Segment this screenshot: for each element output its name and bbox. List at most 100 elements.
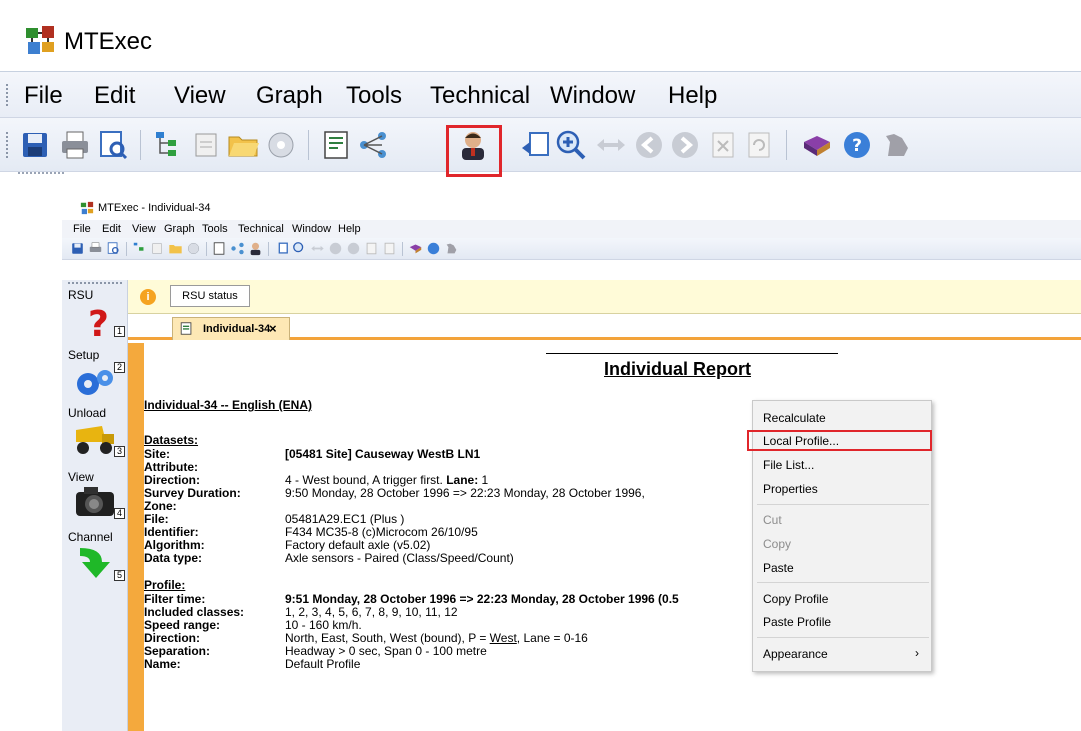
camera-icon[interactable] <box>72 482 118 518</box>
menubar-grip[interactable] <box>6 84 9 106</box>
menu-edit[interactable]: Edit <box>102 223 121 235</box>
menu-item-paste[interactable]: Paste <box>763 561 794 575</box>
dump-truck-icon[interactable] <box>72 420 118 456</box>
zoom-titlebar: MTExec <box>0 0 1081 72</box>
profile-direction-value: North, East, South, West (bound), P = We… <box>285 631 588 645</box>
zoom-in-icon[interactable] <box>292 241 307 256</box>
mtexec-app-icon <box>80 201 94 215</box>
menu-item-file-list[interactable]: File List... <box>763 458 814 472</box>
horse-icon[interactable] <box>880 128 914 162</box>
menu-item-paste-profile[interactable]: Paste Profile <box>763 615 831 629</box>
rsu-status-button[interactable]: RSU status <box>170 285 250 307</box>
print-icon[interactable] <box>88 241 103 256</box>
disk-icon[interactable] <box>186 241 201 256</box>
back-report-icon[interactable] <box>518 128 552 162</box>
local-profile-person-icon[interactable] <box>248 241 263 256</box>
menu-technical[interactable]: Technical <box>238 223 284 235</box>
menu-help[interactable]: Help <box>338 223 361 235</box>
menu-window[interactable]: Window <box>550 82 635 110</box>
refresh-document-icon[interactable] <box>382 241 397 256</box>
menu-technical[interactable]: Technical <box>430 82 530 110</box>
green-arrow-icon[interactable] <box>72 544 118 580</box>
menu-view[interactable]: View <box>132 223 156 235</box>
menu-window[interactable]: Window <box>292 223 331 235</box>
tree-view-icon[interactable] <box>132 241 147 256</box>
menu-file[interactable]: File <box>73 223 91 235</box>
rsu-status-bar: i RSU status <box>128 280 1081 314</box>
sidebar-grip[interactable] <box>68 282 122 286</box>
help-icon[interactable]: ? <box>840 128 874 162</box>
next-icon[interactable] <box>668 128 702 162</box>
menu-help[interactable]: Help <box>668 82 717 110</box>
menu-tools[interactable]: Tools <box>202 223 228 235</box>
menu-separator <box>757 582 929 583</box>
open-folder-icon[interactable] <box>168 241 183 256</box>
menu-graph[interactable]: Graph <box>256 82 323 110</box>
tree-view-icon[interactable] <box>152 128 186 162</box>
book-icon[interactable] <box>408 241 423 256</box>
network-icon[interactable] <box>230 241 245 256</box>
sidebar-label-rsu: RSU <box>68 288 94 302</box>
toolbar-separator <box>140 130 141 160</box>
print-preview-icon[interactable] <box>106 241 121 256</box>
question-icon[interactable]: ? <box>72 304 118 340</box>
sidebar-label-channel: Channel <box>68 530 113 544</box>
menu-file[interactable]: File <box>24 82 63 110</box>
menu-item-recalculate[interactable]: Recalculate <box>763 411 826 425</box>
save-icon[interactable] <box>70 241 85 256</box>
zoom-in-icon[interactable] <box>554 128 588 162</box>
menu-item-properties[interactable]: Properties <box>763 482 818 496</box>
report-wizard-icon[interactable] <box>212 241 227 256</box>
toolbar-separator <box>206 242 207 256</box>
close-tab-icon[interactable]: × <box>269 321 277 336</box>
sidebar-shortcut-1: 1 <box>114 326 125 337</box>
book-icon[interactable] <box>800 128 834 162</box>
menu-item-copy: Copy <box>763 537 792 551</box>
menu-item-appearance[interactable]: Appearance <box>763 647 828 661</box>
menu-view[interactable]: View <box>174 82 226 110</box>
previous-icon[interactable] <box>632 128 666 162</box>
horse-icon[interactable] <box>444 241 459 256</box>
menu-separator <box>757 504 929 505</box>
toolbar-separator <box>126 242 127 256</box>
print-icon[interactable] <box>58 128 92 162</box>
document-tabstrip: Individual-34 × <box>128 314 1081 340</box>
horizontal-arrows-icon[interactable] <box>594 128 628 162</box>
network-icon[interactable] <box>356 128 390 162</box>
disk-icon[interactable] <box>264 128 298 162</box>
refresh-document-icon[interactable] <box>742 128 776 162</box>
menu-tools[interactable]: Tools <box>346 82 402 110</box>
zoom-menubar: File Edit View Graph Tools Technical Win… <box>0 72 1081 118</box>
horizontal-arrows-icon[interactable] <box>310 241 325 256</box>
toolbar-separator <box>308 130 309 160</box>
datasets-header: Datasets: <box>144 433 199 447</box>
menu-edit[interactable]: Edit <box>94 82 135 110</box>
window-titlebar: MTExec - Individual-34 <box>62 198 1081 218</box>
close-document-icon[interactable] <box>364 241 379 256</box>
back-report-icon[interactable] <box>274 241 289 256</box>
gears-icon[interactable] <box>72 364 118 400</box>
report-wizard-icon[interactable] <box>320 128 354 162</box>
tab-label: Individual-34 <box>203 323 271 335</box>
svg-text:?: ? <box>852 136 862 156</box>
zoomed-header-panel: MTExec File Edit View Graph Tools Techni… <box>0 0 1081 178</box>
sidebar-shortcut-4: 4 <box>114 508 125 519</box>
open-document-icon[interactable] <box>190 128 224 162</box>
close-document-icon[interactable] <box>706 128 740 162</box>
menu-item-copy-profile[interactable]: Copy Profile <box>763 592 828 606</box>
sidebar-shortcut-5: 5 <box>114 570 125 581</box>
window-title: MTExec - Individual-34 <box>98 202 211 214</box>
launcher-sidebar: RSU ? 1 Setup 2 Unload 3 View 4 Channel … <box>62 280 128 731</box>
sidebar-label-unload: Unload <box>68 406 107 420</box>
menu-graph[interactable]: Graph <box>164 223 195 235</box>
toolbar-grip[interactable] <box>6 132 9 158</box>
print-preview-icon[interactable] <box>96 128 130 162</box>
help-icon[interactable] <box>426 241 441 256</box>
profile-header: Profile: <box>144 578 186 592</box>
open-document-icon[interactable] <box>150 241 165 256</box>
save-icon[interactable] <box>18 128 52 162</box>
previous-icon[interactable] <box>328 241 343 256</box>
tab-individual-34[interactable]: Individual-34 × <box>172 317 290 340</box>
open-folder-icon[interactable] <box>226 128 260 162</box>
next-icon[interactable] <box>346 241 361 256</box>
